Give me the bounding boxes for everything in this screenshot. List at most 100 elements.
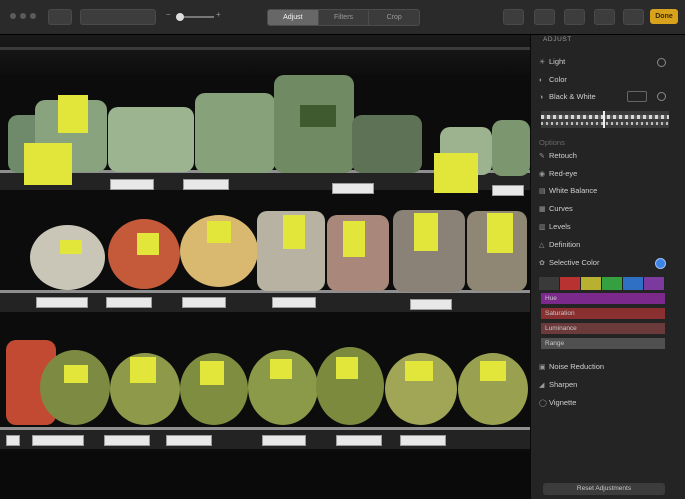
levels-icon: ▥ [539, 224, 546, 231]
selective-color-row[interactable]: ✿ Selective Color [539, 258, 599, 267]
bandage-icon: ✎ [539, 153, 545, 160]
bw-strip-handle[interactable] [603, 111, 605, 128]
eyedropper-icon[interactable] [539, 277, 560, 290]
tab-adjust[interactable]: Adjust [268, 10, 319, 25]
swatch-red[interactable] [560, 277, 581, 290]
more-button[interactable] [623, 9, 644, 25]
zoom-plus-icon[interactable]: + [216, 10, 221, 19]
levels-row[interactable]: ▥ Levels [539, 222, 571, 231]
sharpen-row[interactable]: ◢ Sharpen [539, 380, 577, 389]
salad-package [108, 107, 194, 172]
shelf-price-tag [272, 297, 316, 308]
bw-auto-button[interactable] [627, 91, 647, 102]
yellow-label [283, 215, 305, 249]
sharpen-icon: ◢ [539, 382, 545, 389]
luminance-slider[interactable]: Luminance [541, 323, 665, 334]
color-swatch-row [539, 277, 665, 290]
done-button[interactable]: Done [650, 9, 678, 24]
price-sign [24, 143, 72, 185]
salad-package [352, 115, 422, 173]
shelf-price-tag [106, 297, 152, 308]
black-white-row[interactable]: ◑ Black & White [539, 92, 596, 101]
shelf-price-tag [32, 435, 84, 446]
bw-reset-button[interactable] [657, 92, 666, 101]
yellow-label [130, 357, 156, 383]
swatch-yellow[interactable] [581, 277, 602, 290]
compare-button[interactable] [80, 9, 156, 25]
swatch-green[interactable] [602, 277, 623, 290]
palette-icon: ✿ [539, 260, 545, 267]
shelf-price-tag [332, 183, 374, 194]
retouch-row[interactable]: ✎ Retouch [539, 151, 577, 160]
shelf-price-tag [410, 299, 452, 310]
curves-icon: ▦ [539, 206, 546, 213]
edit-mode-tabs: Adjust Filters Crop [267, 9, 420, 26]
range-slider[interactable]: Range [541, 338, 665, 349]
options-header: Options [539, 138, 565, 147]
salad-bowl [30, 225, 105, 290]
shelf-price-tag [36, 297, 88, 308]
saturation-slider[interactable]: Saturation [541, 308, 665, 319]
adjust-panel: ADJUST ☀ Light ◐ Color ◑ Black & White Opti… [530, 35, 685, 499]
light-auto-button[interactable] [657, 58, 666, 67]
shelf-price-tag [336, 435, 382, 446]
bw-icon: ◑ [539, 94, 544, 101]
price-sign [434, 153, 478, 193]
tab-filters[interactable]: Filters [319, 10, 370, 25]
yellow-label [343, 221, 365, 257]
rotate-button[interactable] [564, 9, 585, 25]
dark-label [300, 105, 336, 127]
tab-crop[interactable]: Crop [369, 10, 419, 25]
shelf-price-tag [182, 297, 226, 308]
yellow-label [336, 357, 358, 379]
shelf-price-tag [183, 179, 229, 190]
shelf-price-tag [262, 435, 306, 446]
shelf-price-tag [166, 435, 212, 446]
vignette-icon: ◯ [539, 400, 547, 407]
favorite-button[interactable] [534, 9, 555, 25]
swatch-purple[interactable] [644, 277, 665, 290]
yellow-label [405, 361, 433, 381]
close-window-button[interactable] [10, 13, 16, 19]
hue-slider[interactable]: Hue [541, 293, 665, 304]
white-balance-row[interactable]: ▤ White Balance [539, 186, 597, 195]
color-icon: ◐ [539, 77, 544, 84]
share-button[interactable] [503, 9, 524, 25]
reset-adjustments-button[interactable]: Reset Adjustments [543, 483, 665, 495]
zoom-minus-icon[interactable]: − [166, 10, 171, 19]
color-row[interactable]: ◐ Color [539, 75, 567, 84]
shelf-price-tag [104, 435, 150, 446]
shelf-price-tag [110, 179, 154, 190]
zoom-window-button[interactable] [30, 13, 36, 19]
eye-icon: ◉ [539, 171, 546, 178]
shelf-price-tag [400, 435, 446, 446]
red-eye-row[interactable]: ◉ Red-eye [539, 169, 577, 178]
toolbar: − + Adjust Filters Crop Done [0, 0, 685, 35]
triangle-icon: △ [539, 242, 545, 249]
noise-reduction-row[interactable]: ▣ Noise Reduction [539, 362, 604, 371]
yellow-label [60, 240, 82, 254]
definition-row[interactable]: △ Definition [539, 240, 580, 249]
grid-icon: ▣ [539, 364, 546, 371]
photo-canvas[interactable] [0, 35, 530, 499]
sidebar-toggle-button[interactable] [48, 9, 72, 25]
yellow-label [64, 365, 88, 383]
yellow-label [270, 359, 292, 379]
yellow-label [414, 213, 438, 251]
curves-row[interactable]: ▦ Curves [539, 204, 573, 213]
salad-bowl [40, 350, 110, 425]
auto-enhance-button[interactable] [594, 9, 615, 25]
zoom-slider-knob[interactable] [176, 13, 184, 21]
minimize-window-button[interactable] [20, 13, 26, 19]
selective-color-enabled-icon[interactable] [655, 258, 666, 269]
salad-package [195, 93, 275, 173]
light-row[interactable]: ☀ Light [539, 57, 565, 66]
swatch-blue[interactable] [623, 277, 644, 290]
bw-thumbnail-strip[interactable] [541, 111, 669, 128]
vignette-row[interactable]: ◯ Vignette [539, 398, 576, 407]
shelf-price-tag [6, 435, 20, 446]
yellow-label [480, 361, 506, 381]
panel-title: ADJUST [543, 36, 572, 43]
salad-package [492, 120, 530, 176]
yellow-label [200, 361, 224, 385]
